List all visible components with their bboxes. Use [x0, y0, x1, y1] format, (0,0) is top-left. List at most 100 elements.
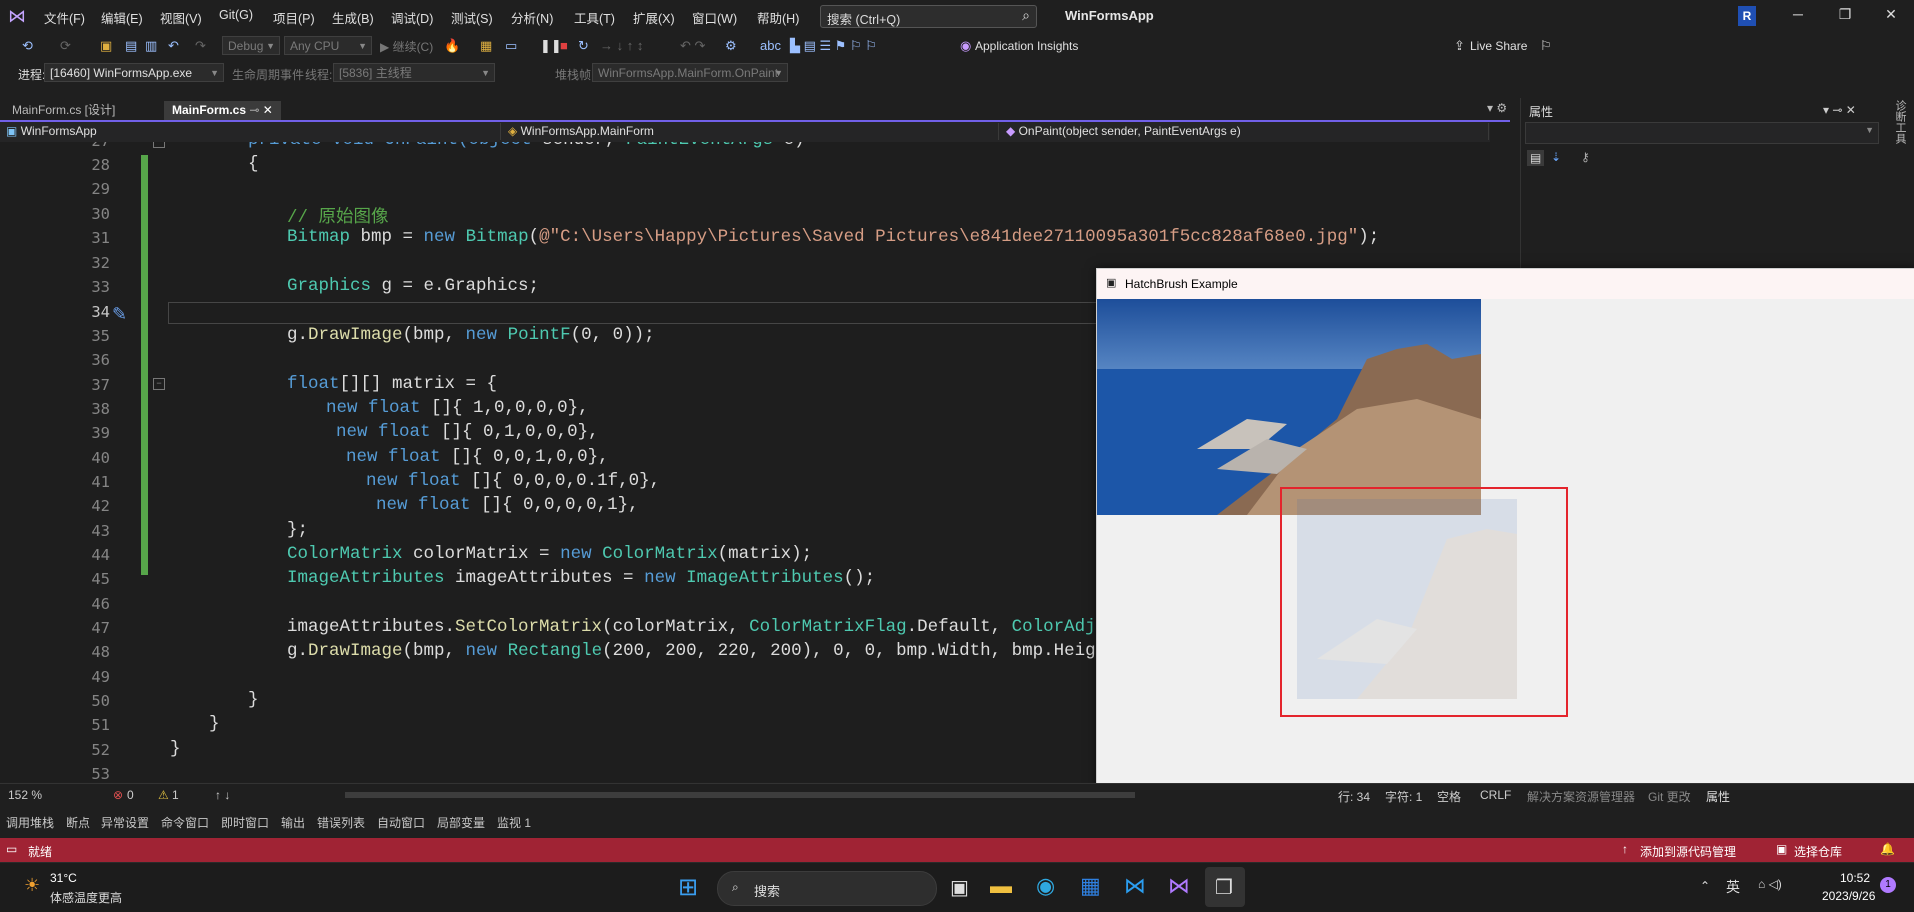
- process-select[interactable]: [16460] WinFormsApp.exe ▼: [44, 63, 224, 82]
- tab-exception-settings[interactable]: 异常设置: [101, 814, 149, 831]
- spell-icon[interactable]: abc: [760, 38, 781, 53]
- thread-select[interactable]: [5836] 主线程 ▼: [333, 63, 495, 82]
- configuration-select[interactable]: Debug ▼: [222, 36, 280, 55]
- minimize-icon[interactable]: ─: [1783, 6, 1813, 22]
- menu-test[interactable]: 测试(S): [451, 8, 493, 27]
- step-icons[interactable]: → ↓ ↑ ↕: [600, 38, 643, 53]
- tab-breakpoints[interactable]: 断点: [66, 814, 90, 831]
- member-dropdown[interactable]: ◆ OnPaint(object sender, PaintEventArgs …: [1006, 123, 1489, 140]
- network-icon[interactable]: ⌂ ◁): [1758, 877, 1782, 891]
- collapse-icon[interactable]: −: [153, 142, 165, 148]
- save-icon[interactable]: ▤: [125, 38, 137, 54]
- tab-designer[interactable]: MainForm.cs [设计]: [4, 101, 123, 120]
- close-icon[interactable]: ✕: [1876, 6, 1906, 23]
- solution-explorer-tab[interactable]: 解决方案资源管理器: [1527, 788, 1635, 805]
- property-pages-icon[interactable]: ⚷: [1581, 150, 1590, 164]
- platform-select[interactable]: Any CPU ▼: [284, 36, 372, 55]
- back-icon[interactable]: ⟲: [22, 38, 33, 54]
- project-dropdown[interactable]: ▣ WinFormsApp: [6, 123, 501, 140]
- profile-avatar[interactable]: R: [1738, 6, 1756, 26]
- tab-immediate-window[interactable]: 即时窗口: [221, 814, 269, 831]
- hatchbrush-example-window[interactable]: ▣ HatchBrush Example: [1096, 268, 1914, 790]
- tab-locals[interactable]: 局部变量: [437, 814, 485, 831]
- add-to-source-control[interactable]: 添加到源代码管理: [1640, 843, 1736, 860]
- active-app-slot[interactable]: ❐: [1205, 867, 1245, 907]
- windows-start-icon[interactable]: ⊞: [678, 873, 698, 902]
- open-folder-icon[interactable]: ▣: [100, 38, 112, 54]
- pin-icon[interactable]: ⊸: [249, 103, 259, 117]
- stack-frame-select[interactable]: WinFormsApp.MainForm.OnPaint ▼: [592, 63, 788, 82]
- clock-time[interactable]: 10:52: [1840, 871, 1870, 885]
- alphabetical-icon[interactable]: ⇣: [1551, 150, 1561, 164]
- file-explorer-icon[interactable]: ▬: [990, 873, 1012, 899]
- select-repository[interactable]: 选择仓库: [1794, 843, 1842, 860]
- undo-icon[interactable]: ↶: [168, 38, 179, 54]
- notification-bell-icon[interactable]: 🔔: [1880, 842, 1895, 856]
- store-icon[interactable]: ▦: [1080, 873, 1101, 899]
- tab-command-window[interactable]: 命令窗口: [161, 814, 209, 831]
- weather-icon[interactable]: ☀: [24, 875, 40, 896]
- menu-extensions[interactable]: 扩展(X): [633, 8, 675, 27]
- continue-button[interactable]: ▶ 继续(C): [380, 38, 433, 55]
- attach-icon[interactable]: ▦: [480, 38, 492, 54]
- live-share-button[interactable]: Live Share: [1470, 39, 1527, 53]
- menu-file[interactable]: 文件(F): [44, 8, 85, 27]
- spaces-indicator[interactable]: 空格: [1437, 788, 1461, 805]
- pause-icon[interactable]: ❚❚: [540, 38, 562, 54]
- diagnostic-tools-tab[interactable]: 诊断工具: [1892, 100, 1908, 144]
- ime-indicator[interactable]: 英: [1726, 877, 1740, 897]
- notification-count[interactable]: 1: [1880, 877, 1896, 893]
- toolbar-misc-icons[interactable]: ▙ ▤ ☰ ⚑ ⚐ ⚐: [790, 38, 877, 54]
- tab-error-list[interactable]: 错误列表: [317, 814, 365, 831]
- menu-git[interactable]: Git(G): [219, 8, 253, 22]
- nav-back-icon[interactable]: ↶ ↷: [680, 38, 705, 54]
- tab-autos[interactable]: 自动窗口: [377, 814, 425, 831]
- panel-controls-icon[interactable]: ▾ ⊸ ✕: [1823, 103, 1856, 117]
- temperature[interactable]: 31°C: [50, 871, 77, 885]
- warning-count[interactable]: 1: [172, 788, 179, 802]
- visual-studio-logo-icon[interactable]: ⋈: [8, 6, 32, 26]
- nav-arrows-icon[interactable]: ↑ ↓: [215, 788, 230, 802]
- visual-studio-icon[interactable]: ⋈: [1168, 873, 1190, 899]
- layout-icon[interactable]: ▭: [505, 38, 517, 54]
- save-all-icon[interactable]: ▥: [145, 38, 157, 54]
- zoom-level[interactable]: 152 %: [8, 788, 42, 802]
- eol-indicator[interactable]: CRLF: [1480, 788, 1511, 802]
- window-title-bar[interactable]: ▣ HatchBrush Example: [1097, 269, 1914, 299]
- tab-list-icon[interactable]: ▾ ⚙: [1487, 101, 1507, 115]
- lifecycle-events[interactable]: 生命周期事件: [232, 66, 304, 83]
- forward-icon[interactable]: ⟳: [60, 38, 71, 54]
- application-insights-button[interactable]: Application Insights: [975, 39, 1078, 53]
- close-tab-icon[interactable]: ✕: [263, 103, 273, 117]
- stop-icon[interactable]: ■: [560, 38, 568, 53]
- feedback-icon[interactable]: ⚐: [1540, 38, 1552, 54]
- menu-analyze[interactable]: 分析(N): [511, 8, 553, 27]
- clock-date[interactable]: 2023/9/26: [1822, 889, 1875, 903]
- menu-view[interactable]: 视图(V): [160, 8, 202, 27]
- menu-help[interactable]: 帮助(H): [757, 8, 799, 27]
- properties-object-select[interactable]: ▼: [1525, 122, 1879, 144]
- horizontal-scrollbar[interactable]: [345, 792, 1135, 798]
- menu-tools[interactable]: 工具(T): [574, 8, 615, 27]
- collapse-icon[interactable]: −: [153, 378, 165, 390]
- vscode-icon[interactable]: ⋈: [1124, 873, 1146, 899]
- tab-output[interactable]: 输出: [281, 814, 305, 831]
- task-view-icon[interactable]: ▣: [950, 875, 969, 900]
- class-dropdown[interactable]: ◈ WinFormsApp.MainForm: [508, 123, 999, 140]
- menu-window[interactable]: 窗口(W): [692, 8, 737, 27]
- tab-call-stack[interactable]: 调用堆栈: [6, 814, 54, 831]
- error-count[interactable]: 0: [127, 788, 134, 802]
- tab-watch[interactable]: 监视 1: [497, 814, 531, 831]
- debug-tools-icon[interactable]: ⚙: [725, 38, 737, 54]
- quick-action-icon[interactable]: ✎: [112, 304, 127, 325]
- categorized-icon[interactable]: ▤: [1527, 150, 1545, 166]
- tray-expand-icon[interactable]: ⌃: [1700, 879, 1710, 893]
- tab-code[interactable]: MainForm.cs ⊸ ✕: [164, 101, 281, 120]
- menu-debug[interactable]: 调试(D): [391, 8, 433, 27]
- menu-edit[interactable]: 编辑(E): [101, 8, 143, 27]
- git-changes-tab[interactable]: Git 更改: [1648, 788, 1691, 805]
- redo-icon[interactable]: ↷: [195, 38, 206, 54]
- hot-reload-icon[interactable]: 🔥: [444, 38, 460, 54]
- properties-tab[interactable]: 属性: [1706, 788, 1730, 805]
- menu-project[interactable]: 项目(P): [273, 8, 315, 27]
